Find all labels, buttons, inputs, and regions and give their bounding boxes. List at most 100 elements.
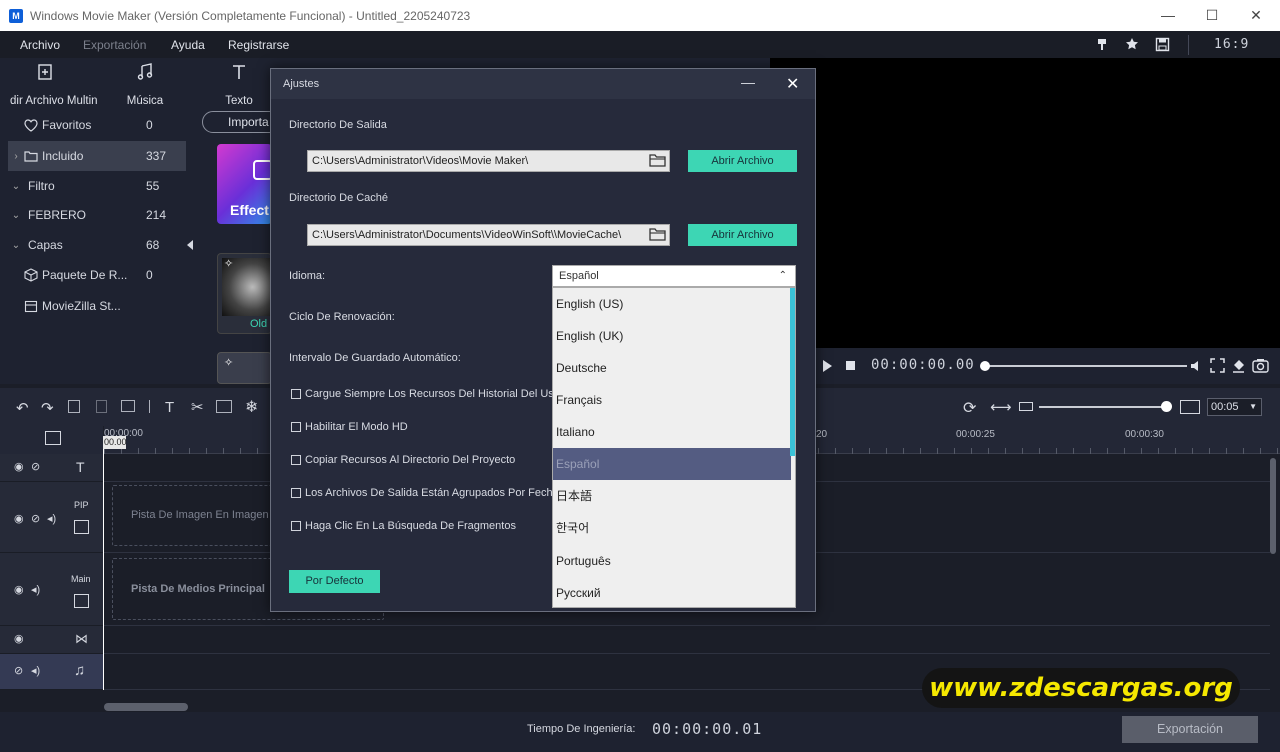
menu-exportacion[interactable]: Exportación — [83, 38, 146, 52]
delete-icon[interactable] — [96, 400, 107, 413]
eye-icon[interactable]: ◉ — [14, 632, 24, 645]
checkbox-box[interactable] — [291, 422, 301, 432]
paint-bucket-icon[interactable] — [1231, 358, 1246, 373]
timeline-h-scrollbar[interactable] — [104, 703, 188, 711]
library-item-favoritos[interactable]: Favoritos 0 — [8, 110, 186, 140]
library-item-incluido[interactable]: › Incluido 337 — [8, 141, 186, 171]
zoom-in-icon[interactable] — [1180, 400, 1200, 414]
old-thumbnail[interactable]: ✧ Old — [217, 253, 272, 334]
link-icon[interactable]: ⊘ — [31, 512, 40, 525]
language-option-pt[interactable]: Português — [553, 545, 791, 577]
chevron-right-icon[interactable]: › — [8, 151, 24, 162]
dialog-minimize-button[interactable]: — — [741, 74, 755, 90]
freeze-icon[interactable]: ❄ — [245, 397, 258, 417]
aspect-ratio[interactable]: 16:9 — [1214, 37, 1249, 52]
seek-bar[interactable] — [982, 365, 1187, 367]
menu-registrarse[interactable]: Registrarse — [228, 38, 289, 52]
eye-icon[interactable]: ◉ — [14, 512, 24, 525]
library-item-moviezilla[interactable]: MovieZilla St... — [8, 291, 186, 321]
zoom-out-icon[interactable] — [1019, 402, 1033, 411]
loop-icon[interactable]: ⟳ — [963, 398, 976, 418]
library-item-paquete[interactable]: Paquete De R... 0 — [8, 260, 186, 290]
cache-dir-input[interactable]: C:\Users\Administrator\Documents\VideoWi… — [307, 224, 670, 246]
language-option-fr[interactable]: Français — [553, 384, 791, 416]
language-select[interactable]: Español ⌃ — [552, 265, 796, 287]
checkbox-hd-mode[interactable]: Habilitar El Modo HD — [291, 421, 408, 433]
tab-text[interactable]: Texto — [204, 60, 274, 107]
close-window-button[interactable]: ✕ — [1234, 0, 1278, 31]
checkbox-box[interactable] — [291, 389, 301, 399]
undo-icon[interactable]: ↶ — [16, 399, 29, 417]
speaker-icon[interactable]: ◂) — [31, 583, 40, 596]
zoom-slider-handle[interactable] — [1161, 401, 1172, 412]
stop-icon[interactable] — [846, 361, 855, 370]
seek-handle[interactable] — [980, 361, 990, 371]
thumbnail-partial[interactable]: ✧ — [217, 352, 272, 384]
language-option-ko[interactable]: 한국어 — [553, 512, 791, 544]
maximize-button[interactable]: ☐ — [1190, 0, 1234, 31]
timeline-v-scrollbar[interactable] — [1270, 458, 1276, 554]
open-cache-dir-button[interactable]: Abrir Archivo — [688, 224, 797, 246]
copy-icon[interactable] — [68, 400, 80, 413]
speaker-icon[interactable]: ◂) — [47, 512, 56, 525]
playhead-label[interactable]: 00.00 — [103, 436, 127, 449]
open-output-dir-button[interactable]: Abrir Archivo — [688, 150, 797, 172]
language-dropdown-scrollbar[interactable] — [790, 288, 795, 456]
minimize-button[interactable]: — — [1146, 0, 1190, 31]
library-item-capas[interactable]: ⌄ Capas 68 — [8, 230, 186, 260]
language-option-ru[interactable]: Русский — [553, 577, 791, 607]
add-track-icon[interactable] — [45, 431, 61, 445]
link-icon[interactable]: ⊘ — [31, 460, 40, 473]
default-button[interactable]: Por Defecto — [289, 570, 380, 593]
speaker-icon[interactable]: ◂) — [31, 664, 40, 677]
collapse-pane-icon[interactable] — [187, 240, 193, 250]
link-icon[interactable]: ⊘ — [14, 664, 23, 677]
language-option-de[interactable]: Deutsche — [553, 352, 791, 384]
tab-import-media[interactable]: dir Archivo Multin — [10, 60, 98, 107]
library-item-filtro[interactable]: ⌄ Filtro 55 — [8, 171, 186, 201]
video-preview[interactable] — [770, 58, 1280, 348]
output-dir-input[interactable]: C:\Users\Administrator\Videos\Movie Make… — [307, 150, 670, 172]
checkbox-box[interactable] — [291, 455, 301, 465]
library-item-febrero[interactable]: ⌄ FEBRERO 214 — [8, 200, 186, 230]
add-text-icon[interactable]: T — [165, 399, 174, 416]
eye-icon[interactable]: ◉ — [14, 460, 24, 473]
crop-icon[interactable] — [216, 400, 232, 413]
folder-browse-icon[interactable] — [649, 153, 666, 168]
fit-width-icon[interactable]: ⟷ — [990, 398, 1012, 416]
redo-icon[interactable]: ↷ — [41, 399, 54, 417]
chevron-down-icon[interactable]: ⌄ — [8, 181, 24, 192]
chevron-down-icon[interactable]: ⌄ — [8, 210, 24, 221]
zoom-slider[interactable] — [1039, 406, 1167, 408]
star-icon[interactable] — [1125, 37, 1139, 51]
checkbox-load-history[interactable]: Cargue Siempre Los Recursos Del Historia… — [291, 388, 560, 400]
split-icon[interactable] — [121, 400, 135, 412]
menu-ayuda[interactable]: Ayuda — [171, 38, 205, 52]
language-option-it[interactable]: Italiano — [553, 416, 791, 448]
volume-icon[interactable] — [1189, 359, 1203, 373]
language-option-es[interactable]: Español — [553, 448, 791, 480]
tab-music[interactable]: Música — [110, 60, 180, 107]
language-option-ja[interactable]: 日本語 — [553, 480, 791, 512]
camera-icon[interactable] — [1252, 358, 1269, 373]
language-option-en-us[interactable]: English (US) — [553, 288, 791, 320]
chevron-down-icon[interactable]: ⌄ — [8, 240, 24, 251]
play-icon[interactable] — [823, 360, 832, 372]
fullscreen-icon[interactable] — [1210, 358, 1225, 373]
checkbox-box[interactable] — [291, 488, 301, 498]
language-option-en-uk[interactable]: English (UK) — [553, 320, 791, 352]
folder-browse-icon[interactable] — [649, 227, 666, 242]
checkbox-copy-resources[interactable]: Copiar Recursos Al Directorio Del Proyec… — [291, 454, 515, 466]
checkbox-group-by-date[interactable]: Los Archivos De Salida Están Agrupados P… — [291, 487, 559, 499]
menu-archivo[interactable]: Archivo — [20, 38, 60, 52]
export-button[interactable]: Exportación — [1122, 716, 1258, 743]
scissors-icon[interactable]: ✂ — [191, 398, 204, 416]
effect-thumbnail[interactable]: Effect — [217, 144, 272, 224]
checkbox-fragment-search[interactable]: Haga Clic En La Búsqueda De Fragmentos — [291, 520, 516, 532]
transition-track[interactable] — [104, 626, 1270, 654]
eye-icon[interactable]: ◉ — [14, 583, 24, 596]
save-icon[interactable] — [1155, 37, 1170, 52]
zoom-value-input[interactable]: 00:05 ▼ — [1207, 398, 1262, 416]
dialog-close-button[interactable]: ✕ — [786, 74, 799, 94]
checkbox-box[interactable] — [291, 521, 301, 531]
